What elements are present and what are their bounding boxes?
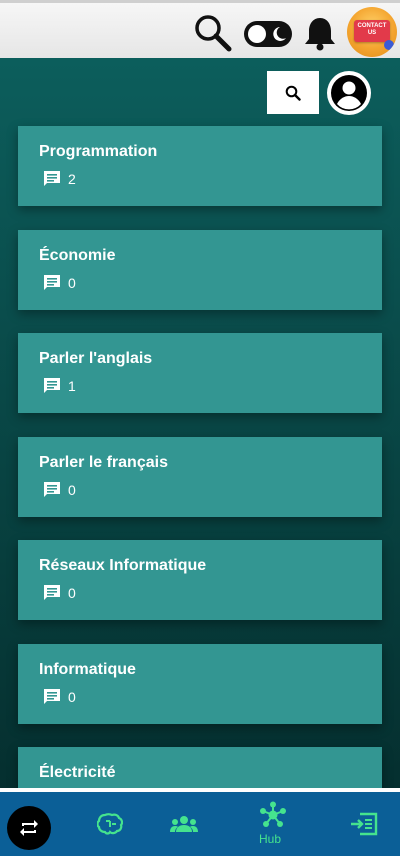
contact-text: CONTACT US [357, 23, 387, 36]
card-comment-count: 2 [43, 170, 76, 188]
user-icon [331, 75, 367, 111]
top-bar: CONTACT US [0, 0, 400, 58]
avatar[interactable] [327, 71, 371, 115]
count-value: 0 [68, 585, 76, 601]
hub-icon [260, 801, 286, 827]
card-comment-count: 0 [43, 274, 76, 292]
comment-icon [44, 585, 60, 600]
main-content: Programmation 2 Économie 0 Parler l'angl… [0, 58, 400, 788]
card-title: Parler l'anglais [39, 350, 153, 367]
card-comment-count: 0 [43, 688, 76, 706]
forum-card-informatique[interactable]: Informatique 0 [18, 644, 382, 724]
forum-card-anglais[interactable]: Parler l'anglais 1 [18, 333, 382, 413]
comment-icon [44, 171, 60, 186]
contact-card: CONTACT US [354, 20, 390, 42]
card-title: Parler le français [39, 454, 168, 471]
card-title: Réseaux Informatique [39, 557, 207, 574]
group-icon[interactable] [170, 815, 198, 833]
pen-icon [384, 40, 394, 50]
forum-card-francais[interactable]: Parler le français 0 [18, 437, 382, 517]
forum-card-electricite[interactable]: Électricité [18, 747, 382, 788]
card-comment-count: 0 [43, 584, 76, 602]
hub-label: Hub [259, 832, 282, 846]
count-value: 0 [68, 482, 76, 498]
card-comment-count: 1 [43, 377, 76, 395]
count-value: 0 [68, 689, 76, 705]
forum-card-economie[interactable]: Économie 0 [18, 230, 382, 310]
contact-us-icon[interactable]: CONTACT US [347, 7, 397, 57]
forum-card-reseaux[interactable]: Réseaux Informatique 0 [18, 540, 382, 620]
comment-icon [44, 275, 60, 290]
count-value: 0 [68, 275, 76, 291]
card-title: Électricité [39, 764, 116, 781]
login-icon[interactable] [350, 812, 378, 836]
bell-icon[interactable] [303, 15, 337, 51]
swap-icon [20, 820, 38, 836]
card-comment-count: 0 [43, 481, 76, 499]
forum-card-programmation[interactable]: Programmation 2 [18, 126, 382, 206]
comment-icon [44, 378, 60, 393]
search-button[interactable] [267, 71, 319, 114]
search-icon [285, 85, 301, 101]
brain-icon[interactable] [97, 812, 123, 836]
card-title: Économie [39, 247, 116, 264]
comment-icon [44, 689, 60, 704]
search-icon[interactable] [193, 13, 233, 53]
card-title: Informatique [39, 661, 136, 678]
card-title: Programmation [39, 143, 158, 160]
dark-mode-toggle-icon[interactable] [243, 20, 293, 48]
swap-button[interactable] [7, 806, 51, 850]
count-value: 1 [68, 378, 76, 394]
comment-icon [44, 482, 60, 497]
count-value: 2 [68, 171, 76, 187]
bottom-nav: Hub [0, 792, 400, 856]
